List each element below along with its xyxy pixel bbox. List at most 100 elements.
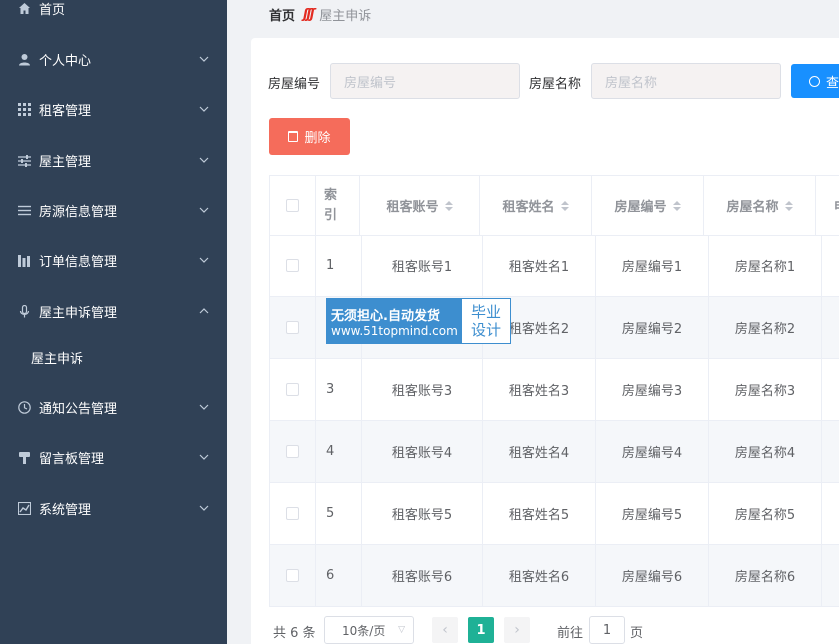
next-page-button[interactable]: ›: [504, 617, 530, 643]
sidebar-item-listing-management[interactable]: 房源信息管理: [0, 185, 227, 235]
chevron-down-icon: [199, 207, 209, 213]
page-suffix: 页: [630, 626, 644, 641]
sidebar-item-label: 订单信息管理: [39, 254, 118, 270]
cell-house-number: 房屋编号3: [596, 359, 709, 420]
table-row[interactable]: 3 租客账号3 租客姓名3 房屋编号3 房屋名称3: [269, 359, 839, 421]
header-label: 申: [834, 196, 839, 215]
table-row[interactable]: 5 租客账号5 租客姓名5 房屋编号5 房屋名称5: [269, 483, 839, 545]
table-row[interactable]: 6 租客账号6 租客姓名6 房屋编号6 房屋名称6: [269, 545, 839, 607]
page-size-value: 10条/页: [342, 623, 386, 638]
chevron-right-icon: ›: [514, 622, 520, 638]
sidebar-item-order-management[interactable]: 订单信息管理: [0, 235, 227, 285]
house-number-input[interactable]: 房屋编号: [330, 63, 520, 99]
list-icon: [17, 203, 31, 217]
watermark-right: 毕业 设计: [462, 299, 510, 343]
chevron-down-icon: [199, 56, 209, 62]
row-checkbox[interactable]: [286, 445, 299, 458]
cell-tenant-name: 租客姓名4: [483, 421, 596, 482]
sidebar-item-personal-center[interactable]: 个人中心: [0, 34, 227, 84]
goto-page-input[interactable]: 1: [589, 616, 625, 644]
header-house-number[interactable]: 房屋编号: [592, 176, 704, 235]
cell-house-name: 房屋名称3: [709, 359, 822, 420]
house-name-input[interactable]: 房屋名称: [591, 63, 781, 99]
watermark-line2: www.51topmind.com: [331, 323, 458, 338]
sidebar-item-label: 房源信息管理: [39, 204, 118, 220]
submenu-item-owner-appeal[interactable]: 屋主申诉: [0, 335, 227, 379]
header-tenant-name[interactable]: 租客姓名: [480, 176, 592, 235]
chevron-up-icon: [199, 308, 209, 314]
sort-icon[interactable]: [784, 200, 793, 211]
row-checkbox[interactable]: [286, 383, 299, 396]
sidebar-item-label: 屋主管理: [39, 154, 92, 170]
goto-page-value: 1: [602, 622, 612, 638]
sidebar-item-owner-appeal-management[interactable]: 屋主申诉管理: [0, 286, 227, 336]
select-all-checkbox[interactable]: [286, 199, 299, 212]
header-label: 房屋编号: [614, 200, 667, 215]
cell-house-name: 房屋名称5: [709, 483, 822, 544]
breadcrumb-home[interactable]: 首页: [269, 5, 295, 24]
row-select-cell: [270, 545, 316, 606]
goto-label: 前往: [557, 626, 584, 641]
cell-index: 3: [316, 359, 362, 420]
table-row[interactable]: 4 租客账号4 租客姓名4 房屋编号4 房屋名称4: [269, 421, 839, 483]
user-icon: [17, 52, 31, 66]
chevron-left-icon: ‹: [442, 622, 448, 638]
search-label-house-name: 房屋名称: [529, 77, 582, 92]
cell-tenant-name: 租客姓名6: [483, 545, 596, 606]
sidebar-item-system-management[interactable]: 系统管理: [0, 483, 227, 533]
table-row[interactable]: 1 租客账号1 租客姓名1 房屋编号1 房屋名称1: [269, 235, 839, 297]
cell-house-number: 房屋编号5: [596, 483, 709, 544]
watermark-left: 无须担心.自动发货 www.51topmind.com: [327, 299, 462, 343]
cell-tenant-account: 租客账号4: [362, 421, 483, 482]
page-size-select[interactable]: 10条/页 ▽: [324, 616, 414, 644]
house-number-placeholder: 房屋编号: [344, 75, 397, 91]
chevron-down-icon: [199, 505, 209, 511]
sidebar-item-owner-management[interactable]: 屋主管理: [0, 135, 227, 185]
header-house-name[interactable]: 房屋名称: [704, 176, 816, 235]
sidebar-item-label: 屋主申诉管理: [39, 305, 118, 321]
watermark-banner: 无须担心.自动发货 www.51topmind.com 毕业 设计: [326, 298, 511, 344]
cell-index: 6: [316, 545, 362, 606]
row-select-cell: [270, 297, 316, 358]
line-chart-icon: [17, 501, 31, 515]
row-checkbox[interactable]: [286, 507, 299, 520]
sidebar-item-label: 租客管理: [39, 103, 92, 119]
sort-icon[interactable]: [560, 200, 569, 211]
search-button[interactable]: 查: [791, 64, 839, 98]
chevron-down-icon: ▽: [398, 625, 405, 635]
header-label: 租客账号: [386, 200, 439, 215]
page-number-button[interactable]: 1: [468, 617, 494, 643]
sidebar-item-notice-management[interactable]: 通知公告管理: [0, 382, 227, 432]
sort-icon[interactable]: [444, 200, 453, 211]
cell-house-number: 房屋编号1: [596, 235, 709, 296]
breadcrumb-separator-icon: ʃʃʃ: [303, 7, 315, 22]
header-select-all: [270, 176, 316, 235]
search-button-label: 查: [826, 75, 839, 91]
sliders-icon: [17, 153, 31, 167]
chevron-down-icon: [199, 157, 209, 163]
row-checkbox[interactable]: [286, 259, 299, 272]
row-select-cell: [270, 483, 316, 544]
hammer-icon: [17, 450, 31, 464]
row-checkbox[interactable]: [286, 569, 299, 582]
sidebar-item-home[interactable]: 首页: [0, 0, 227, 33]
sidebar-item-message-board-management[interactable]: 留言板管理: [0, 432, 227, 482]
cell-house-name: 房屋名称2: [709, 297, 822, 358]
header-tenant-account[interactable]: 租客账号: [360, 176, 480, 235]
sidebar: 首页 个人中心 租客管理 屋主管理 房源信息管理 订单信息管理 屋主申诉管理 屋…: [0, 0, 227, 644]
chevron-down-icon: [199, 454, 209, 460]
home-icon: [17, 1, 31, 15]
trash-icon: [288, 131, 299, 142]
cell-tenant-account: 租客账号1: [362, 235, 483, 296]
microphone-icon: [17, 304, 31, 318]
grid-icon: [17, 102, 31, 116]
header-label: 房屋名称: [726, 200, 779, 215]
chart-bar-icon: [17, 253, 31, 267]
header-appeal[interactable]: 申: [816, 176, 839, 235]
sort-icon[interactable]: [672, 200, 681, 211]
delete-button[interactable]: 删除: [269, 118, 350, 155]
cell-tenant-name: 租客姓名5: [483, 483, 596, 544]
row-checkbox[interactable]: [286, 321, 299, 334]
sidebar-item-tenant-management[interactable]: 租客管理: [0, 84, 227, 134]
prev-page-button[interactable]: ‹: [432, 617, 458, 643]
